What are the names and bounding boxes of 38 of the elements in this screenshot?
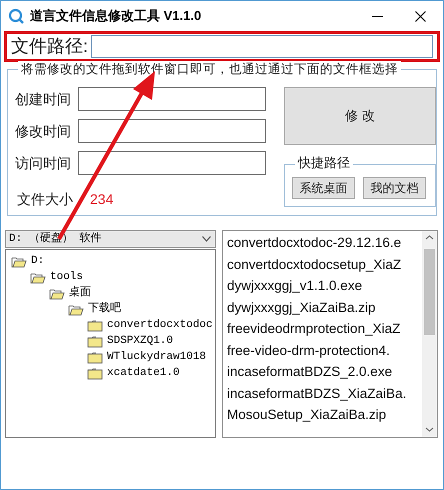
close-icon (414, 10, 426, 22)
file-list-item[interactable]: freevideodrmprotection_XiaZ (227, 318, 422, 340)
tree-item[interactable]: xcatdate1.0 (107, 364, 180, 382)
time-input-field[interactable] (78, 87, 266, 111)
field-label: 修改时间 (15, 122, 72, 140)
file-list-item[interactable]: dywjxxxggj_XiaZaiBa.zip (227, 296, 422, 318)
app-logo-icon (8, 8, 24, 24)
tree-item[interactable]: tools (50, 268, 84, 286)
group-title: 快捷路径 (295, 155, 353, 171)
file-list-item[interactable]: free-video-drm-protection4. (227, 340, 422, 361)
tree-item[interactable]: 下载吧 (88, 300, 121, 318)
field-label: 文件大小 (17, 190, 74, 209)
file-list-item[interactable]: incaseformatBDZS_2.0.exe (227, 361, 422, 382)
tree-item[interactable]: SDSPXZQ1.0 (107, 332, 174, 350)
folder-tree[interactable]: D: tools 桌面 下载吧 convertdocxtodoc SDSPXZQ1.0 WTluckydraw1018 xcatdate1.0 (5, 249, 216, 438)
field-label: 创建时间 (15, 90, 72, 108)
file-list-item[interactable]: convertdocxtodoc-29.12.16.e (227, 232, 422, 254)
file-list-item[interactable]: dywjxxxggj_v1.1.0.exe (227, 275, 422, 296)
path-input-field[interactable] (91, 35, 433, 58)
shortcut-button[interactable]: 系统桌面 (292, 177, 355, 199)
group-title: 将需修改的文件拖到软件窗口即可，也通过通过下面的文件框选择 (18, 61, 401, 77)
field-label: 访问时间 (15, 154, 72, 172)
modify-button[interactable]: 修 改 (284, 87, 436, 145)
scrollbar-drawing[interactable] (422, 231, 437, 437)
chevron-down-icon (202, 236, 211, 242)
file-list-item[interactable]: incaseformatBDZS_XiaZaiBa. (227, 382, 422, 404)
window-title: 道言文件信息修改工具 V1.1.0 (30, 7, 202, 26)
time-input-field[interactable] (78, 119, 266, 143)
file-list-item[interactable]: convertdocxtodocsetup_XiaZ (227, 254, 422, 275)
tree-item[interactable]: WTluckydraw1018 (107, 348, 206, 366)
tree-item[interactable]: D: (31, 252, 44, 270)
tree-item[interactable]: 桌面 (69, 284, 91, 302)
file-size-value: 234 (90, 190, 114, 209)
tree-item[interactable]: convertdocxtodoc (107, 316, 213, 334)
shortcut-button[interactable]: 我的文档 (363, 177, 426, 199)
time-input-field[interactable] (78, 151, 266, 175)
file-list-item[interactable]: MosouSetup_XiaZaiBa.zip (227, 404, 422, 426)
field-label: 文件路径: (11, 35, 90, 58)
